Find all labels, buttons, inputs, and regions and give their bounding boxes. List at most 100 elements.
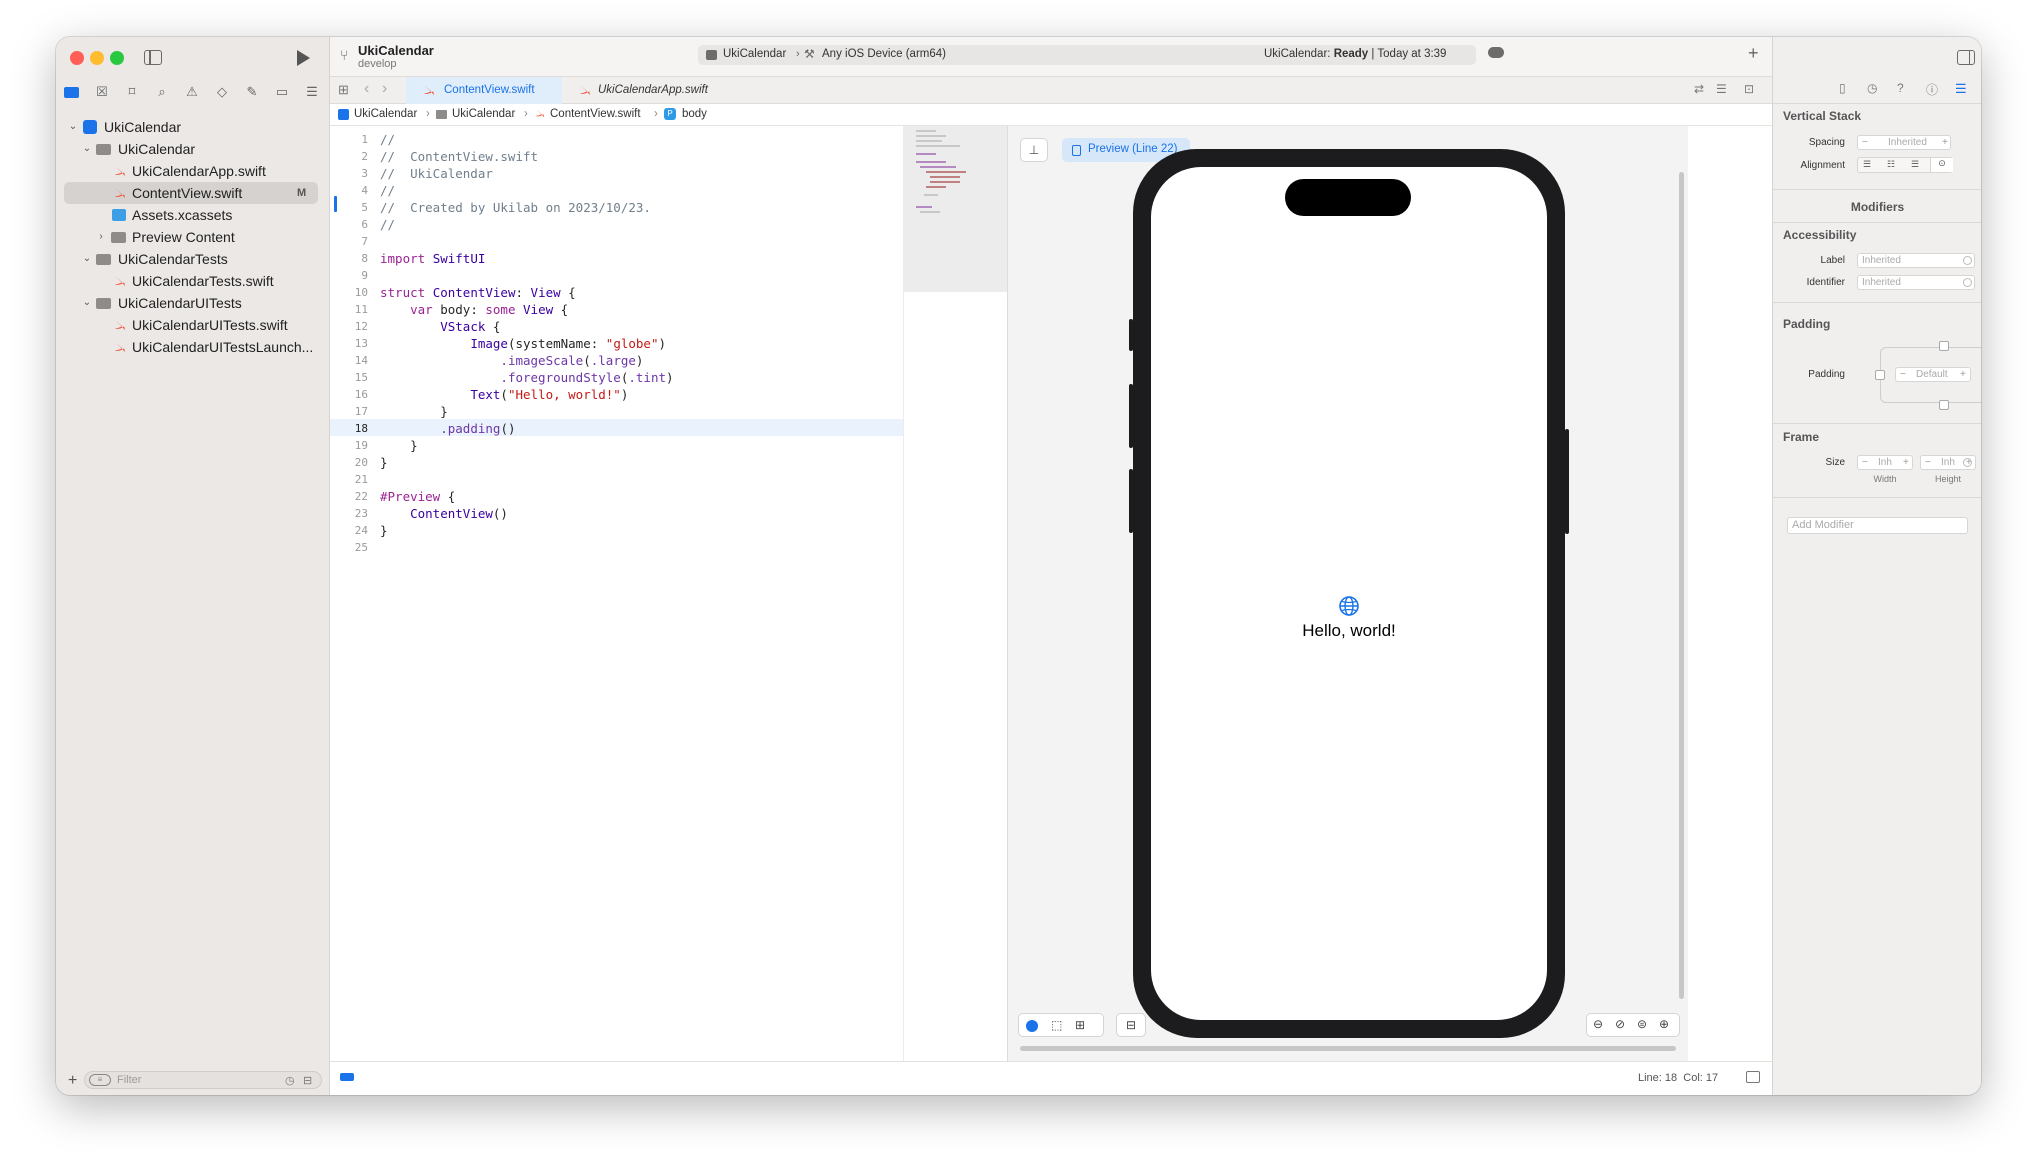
nav-item-file[interactable]: UkiCalendarUITests.swift: [56, 314, 330, 336]
zoom-window-button[interactable]: [110, 51, 124, 65]
chevron-down-icon[interactable]: ⌄: [82, 138, 92, 160]
folder-icon[interactable]: [64, 84, 80, 100]
breadcrumb-item[interactable]: UkiCalendar: [354, 108, 417, 120]
nav-item-folder-ukicalendar[interactable]: ⌄ UkiCalendar: [56, 138, 330, 160]
accessibility-identifier-field[interactable]: Inherited: [1857, 275, 1975, 290]
debug-area-toggle[interactable]: [340, 1073, 354, 1081]
padding-stepper[interactable]: − Default +: [1895, 367, 1971, 382]
source-control-icon[interactable]: ☒: [94, 84, 110, 100]
chevron-down-icon[interactable]: ⌄: [82, 292, 92, 314]
live-preview-icon[interactable]: [1026, 1020, 1038, 1032]
spacing-stepper[interactable]: − Inherited +: [1857, 135, 1951, 150]
scheme-selector[interactable]: UkiCalendar: [723, 48, 786, 60]
debug-icon[interactable]: ✎: [244, 84, 260, 100]
label-option-circle[interactable]: [1963, 256, 1972, 265]
nav-item-file-selected[interactable]: ContentView.swift M: [64, 182, 318, 204]
nav-item-file[interactable]: UkiCalendarApp.swift: [56, 160, 330, 182]
breadcrumb-item[interactable]: UkiCalendar: [452, 108, 515, 120]
size-label: Size: [1825, 457, 1845, 468]
back-icon[interactable]: ‹: [364, 80, 369, 98]
help-inspector-icon[interactable]: ?: [1897, 81, 1904, 95]
grid-icon[interactable]: ⊞: [338, 82, 349, 98]
cloud-icon[interactable]: [1488, 47, 1504, 58]
zoom-out-icon[interactable]: ⊖: [1593, 1017, 1603, 1031]
inspector-toggle-icon[interactable]: [1957, 50, 1975, 65]
editor-options-icon[interactable]: ☰: [1716, 82, 1727, 96]
line-number: 4: [361, 184, 368, 197]
recent-files-icon[interactable]: ◷: [285, 1074, 295, 1087]
tab-contentview[interactable]: ContentView.swift: [406, 77, 562, 104]
add-modifier-field[interactable]: Add Modifier: [1787, 517, 1968, 534]
device-settings-button[interactable]: ⊟: [1116, 1013, 1146, 1037]
add-modifier-placeholder: Add Modifier: [1792, 519, 1854, 531]
history-inspector-icon[interactable]: ◷: [1867, 81, 1877, 95]
selectable-icon[interactable]: ⬚: [1051, 1018, 1062, 1032]
breakpoint-icon[interactable]: ▭: [274, 84, 290, 100]
chevron-down-icon[interactable]: ⌄: [68, 116, 78, 138]
nav-item-folder-tests[interactable]: ⌄ UkiCalendarTests: [56, 248, 330, 270]
identifier-option-circle[interactable]: [1963, 278, 1972, 287]
vertical-scrollbar[interactable]: [1679, 172, 1684, 999]
padding-top-checkbox[interactable]: [1939, 341, 1949, 351]
chevron-right-icon[interactable]: ›: [96, 226, 106, 248]
swap-icon[interactable]: ⇄: [1694, 82, 1704, 96]
align-trailing-icon[interactable]: ☰: [1911, 159, 1919, 170]
divider: [1773, 103, 1981, 104]
destination-selector[interactable]: Any iOS Device (arm64): [822, 48, 946, 60]
chevron-down-icon[interactable]: ⌄: [82, 248, 92, 270]
identity-inspector-icon[interactable]: ⓘ: [1926, 81, 1938, 98]
chevron-right-icon: ›: [426, 108, 430, 120]
nav-item-project[interactable]: ⌄ UkiCalendar: [56, 116, 330, 138]
variants-icon[interactable]: ⊞: [1075, 1018, 1085, 1032]
source-control-filter-icon[interactable]: ⊟: [303, 1074, 312, 1087]
width-stepper[interactable]: − Inh +: [1857, 455, 1913, 470]
minimap[interactable]: [903, 126, 1008, 1061]
align-options-icon[interactable]: ⊙: [1930, 158, 1953, 172]
nav-item-folder-preview[interactable]: › Preview Content: [56, 226, 330, 248]
split-editor-icon[interactable]: ⊡: [1744, 82, 1754, 96]
add-file-button[interactable]: +: [68, 1072, 77, 1090]
chevron-right-icon: ›: [654, 108, 658, 120]
alignment-segmented-control[interactable]: ☰ ☷ ☰ ⊙: [1857, 157, 1953, 173]
breadcrumb-item[interactable]: ContentView.swift: [550, 108, 641, 120]
hello-world-text: Hello, world!: [1302, 621, 1396, 640]
file-inspector-icon[interactable]: ▯: [1839, 81, 1846, 95]
accessibility-label-field[interactable]: Inherited: [1857, 253, 1975, 268]
show-debug-icon[interactable]: [1746, 1071, 1760, 1083]
search-icon[interactable]: ⌕: [154, 84, 170, 100]
nav-item-file[interactable]: UkiCalendarUITestsLaunch...: [56, 336, 330, 358]
tab-ukicalendarapp[interactable]: UkiCalendarApp.swift: [562, 77, 730, 104]
zoom-actual-icon[interactable]: ⊜: [1637, 1017, 1647, 1031]
padding-bottom-checkbox[interactable]: [1939, 400, 1949, 410]
minimize-window-button[interactable]: [90, 51, 104, 65]
test-icon[interactable]: ◇: [214, 84, 230, 100]
zoom-in-icon[interactable]: ⊕: [1659, 1017, 1669, 1031]
source-editor[interactable]: 1 2 3 4 5 6 7 8 9 10 11 12 13 14 15 16 17 18 19 20 21 22 23 24 2…: [330, 126, 903, 1061]
padding-leading-checkbox[interactable]: [1875, 370, 1885, 380]
align-center-icon[interactable]: ☷: [1887, 159, 1895, 170]
nav-item-folder-uitests[interactable]: ⌄ UkiCalendarUITests: [56, 292, 330, 314]
attributes-inspector-icon[interactable]: ☰: [1955, 81, 1967, 97]
warning-icon[interactable]: ⚠: [184, 84, 200, 100]
height-caption: Height: [1934, 474, 1961, 484]
breadcrumb-item[interactable]: body: [682, 108, 707, 120]
phone-screen[interactable]: Hello, world!: [1151, 167, 1547, 1020]
report-icon[interactable]: ☰: [304, 84, 320, 100]
filter-field[interactable]: ≡ Filter ◷ ⊟: [84, 1071, 322, 1089]
close-window-button[interactable]: [70, 51, 84, 65]
sidebar-toggle-icon[interactable]: [144, 50, 162, 65]
pin-button[interactable]: ⊥: [1020, 138, 1048, 162]
code-line: }: [380, 455, 388, 470]
bookmark-icon[interactable]: ⌑: [124, 84, 140, 100]
add-icon[interactable]: +: [1748, 43, 1759, 64]
nav-item-file[interactable]: UkiCalendarTests.swift: [56, 270, 330, 292]
action-button: [1129, 319, 1133, 351]
nav-item-file[interactable]: Assets.xcassets: [56, 204, 330, 226]
frame-option-circle[interactable]: [1963, 458, 1972, 467]
zoom-fit-icon[interactable]: ⊘: [1615, 1017, 1625, 1031]
horizontal-scrollbar[interactable]: [1020, 1046, 1676, 1051]
align-leading-icon[interactable]: ☰: [1863, 159, 1871, 170]
forward-icon[interactable]: ›: [382, 80, 387, 98]
divider: [1773, 302, 1981, 303]
run-button[interactable]: [297, 50, 310, 66]
